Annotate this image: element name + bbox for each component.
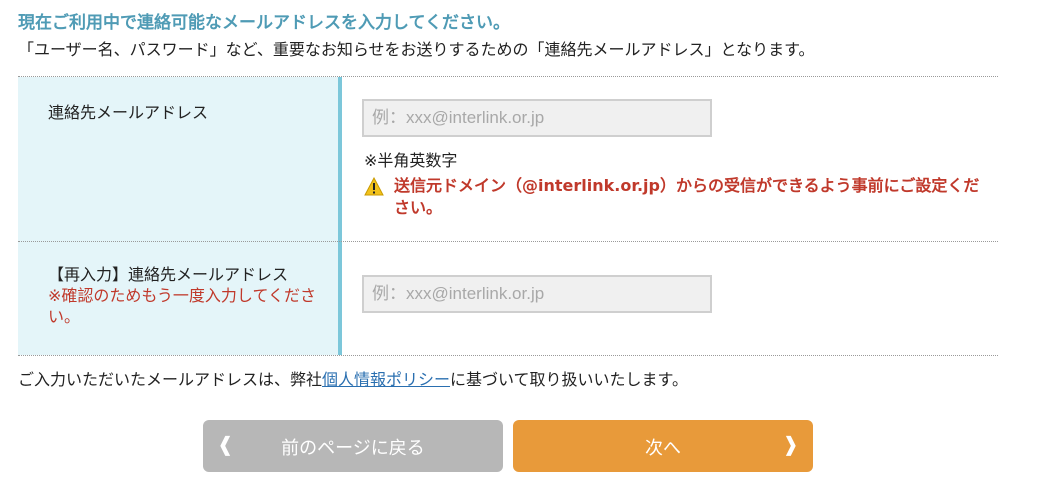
- next-button[interactable]: 次へ ❱: [513, 420, 813, 472]
- email-hint: ※半角英数字: [364, 151, 458, 170]
- back-button[interactable]: ❰ 前のページに戻る: [203, 420, 503, 472]
- email-confirm-label: 【再入力】連絡先メールアドレス: [48, 265, 289, 284]
- back-button-label: 前のページに戻る: [281, 438, 425, 459]
- chevron-right-icon: ❱: [782, 432, 799, 456]
- warning-icon: [364, 177, 384, 196]
- next-button-label: 次へ: [645, 438, 681, 459]
- policy-text: ご入力いただいたメールアドレスは、弊社個人情報ポリシーに基づいて取り扱いいたしま…: [18, 366, 688, 390]
- domain-warning: 送信元ドメイン（@interlink.or.jp）からの受信ができるよう事前にご…: [364, 175, 994, 219]
- policy-prefix: ご入力いただいたメールアドレスは、弊社: [18, 370, 323, 389]
- row-divider: [18, 241, 998, 242]
- warning-text: 送信元ドメイン（@interlink.or.jp）からの受信ができるよう事前にご…: [394, 176, 980, 217]
- intro-text: 「ユーザー名、パスワード」など、重要なお知らせをお送りするための「連絡先メールア…: [18, 40, 815, 59]
- email-confirm-field[interactable]: [362, 275, 712, 313]
- email-form-table: 連絡先メールアドレス ※半角英数字 送信元ドメイン（@interlink.or.…: [18, 76, 998, 356]
- email-field[interactable]: [362, 99, 712, 137]
- email-confirm-note: ※確認のためもう一度入力してください。: [48, 286, 316, 326]
- page-heading: 現在ご利用中で連絡可能なメールアドレスを入力してください。: [18, 13, 510, 33]
- policy-suffix: に基づいて取り扱いいたします。: [450, 370, 688, 389]
- privacy-policy-link[interactable]: 個人情報ポリシー: [322, 370, 450, 389]
- email-label: 連絡先メールアドレス: [48, 103, 209, 122]
